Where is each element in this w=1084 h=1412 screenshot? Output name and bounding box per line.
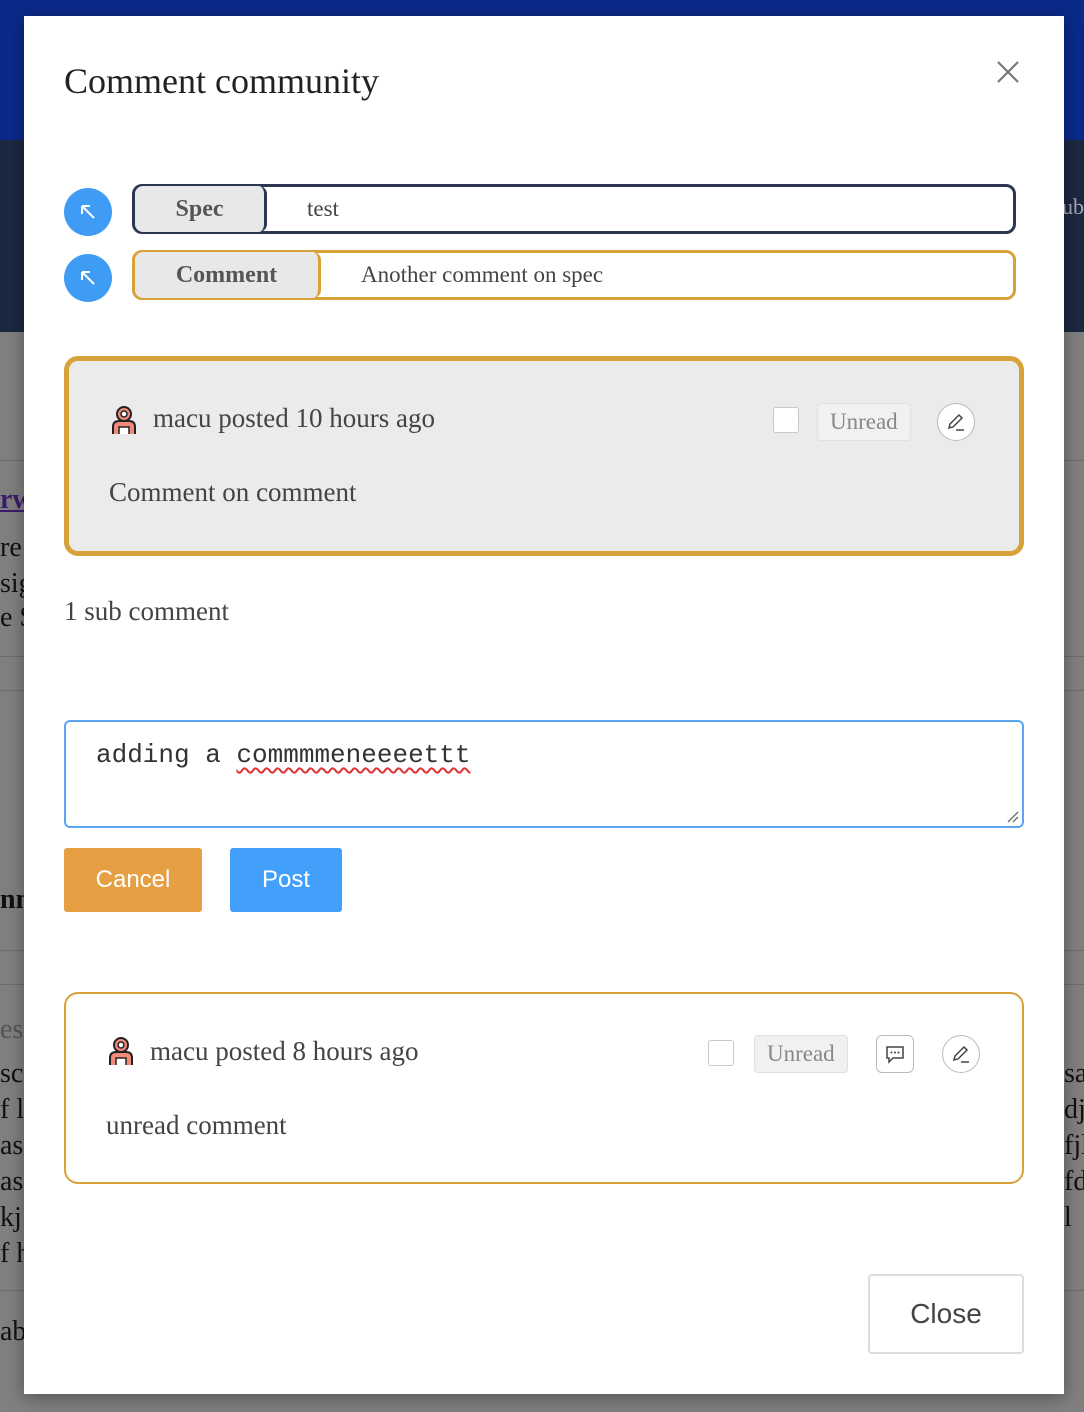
arrow-up-left-icon[interactable] xyxy=(64,254,112,302)
read-checkbox[interactable] xyxy=(773,407,799,433)
comment-tag: Comment xyxy=(135,252,321,298)
edit-pencil-icon xyxy=(947,413,964,431)
reply-comment-icon xyxy=(886,1046,904,1064)
comment-link[interactable]: Comment Another comment on spec xyxy=(132,250,1016,300)
comment-modal: Comment community Spec test Comment Anot… xyxy=(24,16,1064,1394)
spec-title: test xyxy=(307,196,339,221)
breadcrumb-comment: Comment Another comment on spec xyxy=(64,250,1024,306)
comment-title: Another comment on spec xyxy=(361,262,604,287)
arrow-up-left-icon[interactable] xyxy=(64,188,112,236)
edit-pencil-icon xyxy=(952,1045,969,1063)
comment-body: unread comment xyxy=(106,1110,287,1140)
background-fragment: sc xyxy=(0,1058,24,1089)
edit-button[interactable] xyxy=(937,403,975,441)
background-fragment: sa xyxy=(1064,1058,1084,1089)
background-fragment: l xyxy=(1064,1202,1072,1233)
read-checkbox[interactable] xyxy=(708,1040,734,1066)
unread-badge[interactable]: Unread xyxy=(817,403,911,441)
spec-tag: Spec xyxy=(135,186,267,232)
breadcrumb-spec: Spec test xyxy=(64,184,1024,240)
unread-badge[interactable]: Unread xyxy=(754,1035,848,1073)
spec-link[interactable]: Spec test xyxy=(132,184,1016,234)
comment-meta: macu posted 10 hours ago xyxy=(153,403,435,433)
post-button[interactable]: Post xyxy=(230,848,342,912)
background-fragment: re xyxy=(0,532,22,563)
modal-title: Comment community xyxy=(64,61,379,101)
comment-body: Comment on comment xyxy=(109,477,357,507)
background-fragment: dj xyxy=(1064,1094,1084,1125)
close-button[interactable]: Close xyxy=(868,1274,1024,1354)
background-fragment: f l xyxy=(0,1094,25,1125)
reply-button[interactable] xyxy=(876,1035,914,1073)
reply-text-misspelled: commmmeneeeettt xyxy=(236,740,471,770)
background-fragment: kj xyxy=(0,1202,22,1233)
reply-textarea[interactable]: adding a commmmeneeeettt xyxy=(64,720,1024,828)
close-icon[interactable] xyxy=(992,56,1024,88)
child-comment-card: macu posted 8 hours ago Unread unread co… xyxy=(64,992,1024,1184)
background-fragment: fd xyxy=(1064,1166,1084,1197)
comment-meta: macu posted 8 hours ago xyxy=(150,1036,419,1066)
background-fragment: ubl xyxy=(1062,194,1084,219)
user-avatar-icon xyxy=(112,406,136,434)
reply-text: adding a xyxy=(96,740,237,770)
sub-comment-count[interactable]: 1 sub comment xyxy=(64,596,229,627)
background-fragment: ab xyxy=(0,1316,27,1347)
resize-grip-icon[interactable] xyxy=(1005,809,1019,823)
parent-comment-card: macu posted 10 hours ago Unread Comment … xyxy=(64,356,1024,556)
background-fragment: fjl xyxy=(1064,1130,1084,1161)
edit-button[interactable] xyxy=(942,1035,980,1073)
user-avatar-icon xyxy=(109,1037,133,1065)
background-fragment: as xyxy=(0,1166,24,1197)
cancel-button[interactable]: Cancel xyxy=(64,848,202,912)
